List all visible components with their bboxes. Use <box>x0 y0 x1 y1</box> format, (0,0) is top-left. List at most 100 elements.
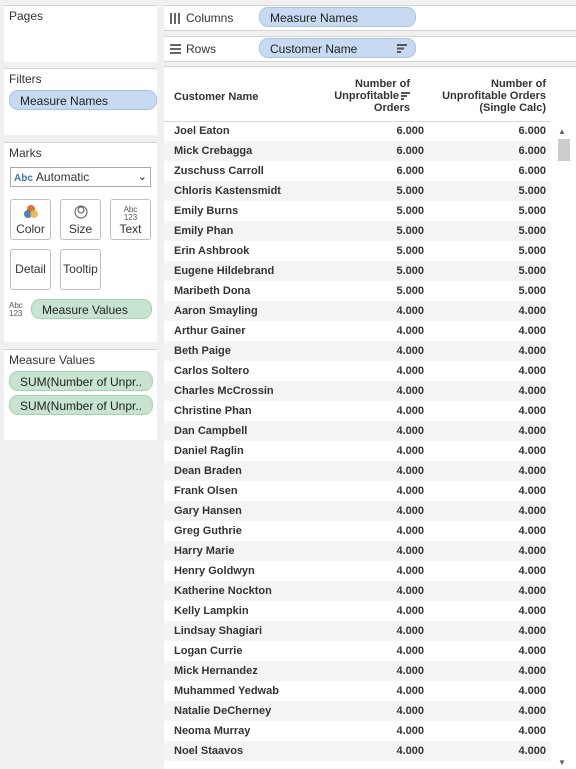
unprofitable-orders-single-calc-cell[interactable]: 4.000 <box>518 581 546 601</box>
table-row[interactable]: Eugene Hildebrand 5.000 5.000 <box>164 261 550 281</box>
unprofitable-orders-cell[interactable]: 4.000 <box>396 641 424 661</box>
table-row[interactable]: Maribeth Dona 5.000 5.000 <box>164 281 550 301</box>
tooltip-button[interactable]: Tooltip <box>60 249 101 290</box>
measure-value-pill-2[interactable]: SUM(Number of Unpr.. <box>9 395 153 415</box>
header-unprofitable-orders-single-calc[interactable]: Number of Unprofitable Orders (Single Ca… <box>442 78 546 114</box>
unprofitable-orders-cell[interactable]: 5.000 <box>396 181 424 201</box>
unprofitable-orders-cell[interactable]: 4.000 <box>396 421 424 441</box>
table-row[interactable]: Emily Phan 5.000 5.000 <box>164 221 550 241</box>
customer-name-cell[interactable]: Dean Braden <box>174 461 242 481</box>
customer-name-cell[interactable]: Mick Crebagga <box>174 141 252 161</box>
unprofitable-orders-single-calc-cell[interactable]: 4.000 <box>518 461 546 481</box>
filter-pill-measure-names[interactable]: Measure Names <box>9 90 157 110</box>
customer-name-cell[interactable]: Erin Ashbrook <box>174 241 249 261</box>
unprofitable-orders-cell[interactable]: 4.000 <box>396 401 424 421</box>
table-row[interactable]: Dan Campbell 4.000 4.000 <box>164 421 550 441</box>
table-row[interactable]: Joel Eaton 6.000 6.000 <box>164 121 550 141</box>
unprofitable-orders-single-calc-cell[interactable]: 4.000 <box>518 641 546 661</box>
customer-name-cell[interactable]: Kelly Lampkin <box>174 601 249 621</box>
mark-type-dropdown[interactable]: Abc Automatic ⌄ <box>10 167 151 187</box>
unprofitable-orders-cell[interactable]: 4.000 <box>396 721 424 741</box>
customer-name-cell[interactable]: Carlos Soltero <box>174 361 249 381</box>
unprofitable-orders-single-calc-cell[interactable]: 6.000 <box>518 161 546 181</box>
unprofitable-orders-cell[interactable]: 4.000 <box>396 381 424 401</box>
table-row[interactable]: Arthur Gainer 4.000 4.000 <box>164 321 550 341</box>
unprofitable-orders-cell[interactable]: 4.000 <box>396 441 424 461</box>
unprofitable-orders-cell[interactable]: 4.000 <box>396 341 424 361</box>
unprofitable-orders-cell[interactable]: 4.000 <box>396 321 424 341</box>
table-row[interactable]: Lindsay Shagiari 4.000 4.000 <box>164 621 550 641</box>
filters-card[interactable]: Filters Measure Names <box>4 68 157 135</box>
unprofitable-orders-cell[interactable]: 4.000 <box>396 521 424 541</box>
customer-name-cell[interactable]: Muhammed Yedwab <box>174 681 279 701</box>
unprofitable-orders-cell[interactable]: 4.000 <box>396 461 424 481</box>
unprofitable-orders-single-calc-cell[interactable]: 4.000 <box>518 481 546 501</box>
customer-name-cell[interactable]: Chloris Kastensmidt <box>174 181 281 201</box>
customer-name-cell[interactable]: Aaron Smayling <box>174 301 258 321</box>
table-row[interactable]: Charles McCrossin 4.000 4.000 <box>164 381 550 401</box>
header-customer-name[interactable]: Customer Name <box>174 91 258 103</box>
unprofitable-orders-cell[interactable]: 4.000 <box>396 621 424 641</box>
unprofitable-orders-single-calc-cell[interactable]: 5.000 <box>518 281 546 301</box>
unprofitable-orders-single-calc-cell[interactable]: 4.000 <box>518 421 546 441</box>
unprofitable-orders-single-calc-cell[interactable]: 4.000 <box>518 661 546 681</box>
table-row[interactable]: Henry Goldwyn 4.000 4.000 <box>164 561 550 581</box>
unprofitable-orders-cell[interactable]: 6.000 <box>396 161 424 181</box>
measure-values-card[interactable]: Measure Values SUM(Number of Unpr.. SUM(… <box>4 349 157 440</box>
measure-value-pill-1[interactable]: SUM(Number of Unpr.. <box>9 371 153 391</box>
unprofitable-orders-single-calc-cell[interactable]: 5.000 <box>518 241 546 261</box>
table-row[interactable]: Daniel Raglin 4.000 4.000 <box>164 441 550 461</box>
customer-name-cell[interactable]: Henry Goldwyn <box>174 561 255 581</box>
unprofitable-orders-cell[interactable]: 4.000 <box>396 701 424 721</box>
customer-name-cell[interactable]: Charles McCrossin <box>174 381 274 401</box>
unprofitable-orders-cell[interactable]: 4.000 <box>396 581 424 601</box>
scroll-up-icon[interactable]: ▲ <box>558 127 566 136</box>
unprofitable-orders-single-calc-cell[interactable]: 4.000 <box>518 361 546 381</box>
unprofitable-orders-cell[interactable]: 5.000 <box>396 221 424 241</box>
customer-name-cell[interactable]: Beth Paige <box>174 341 231 361</box>
table-row[interactable]: Gary Hansen 4.000 4.000 <box>164 501 550 521</box>
unprofitable-orders-cell[interactable]: 4.000 <box>396 301 424 321</box>
unprofitable-orders-cell[interactable]: 4.000 <box>396 741 424 761</box>
unprofitable-orders-single-calc-cell[interactable]: 4.000 <box>518 341 546 361</box>
unprofitable-orders-cell[interactable]: 4.000 <box>396 541 424 561</box>
unprofitable-orders-single-calc-cell[interactable]: 6.000 <box>518 121 546 141</box>
table-row[interactable]: Christine Phan 4.000 4.000 <box>164 401 550 421</box>
customer-name-cell[interactable]: Noel Staavos <box>174 741 243 761</box>
customer-name-cell[interactable]: Arthur Gainer <box>174 321 246 341</box>
customer-name-cell[interactable]: Frank Olsen <box>174 481 238 501</box>
unprofitable-orders-single-calc-cell[interactable]: 4.000 <box>518 701 546 721</box>
unprofitable-orders-cell[interactable]: 4.000 <box>396 361 424 381</box>
unprofitable-orders-single-calc-cell[interactable]: 4.000 <box>518 621 546 641</box>
customer-name-cell[interactable]: Mick Hernandez <box>174 661 258 681</box>
customer-name-cell[interactable]: Logan Currie <box>174 641 242 661</box>
unprofitable-orders-single-calc-cell[interactable]: 4.000 <box>518 441 546 461</box>
crosstab-view[interactable]: Customer Name Number of Unprofitable Ord… <box>164 66 576 769</box>
unprofitable-orders-single-calc-cell[interactable]: 6.000 <box>518 141 546 161</box>
table-row[interactable]: Katherine Nockton 4.000 4.000 <box>164 581 550 601</box>
unprofitable-orders-single-calc-cell[interactable]: 4.000 <box>518 521 546 541</box>
table-row[interactable]: Frank Olsen 4.000 4.000 <box>164 481 550 501</box>
unprofitable-orders-single-calc-cell[interactable]: 5.000 <box>518 201 546 221</box>
unprofitable-orders-single-calc-cell[interactable]: 5.000 <box>518 221 546 241</box>
table-row[interactable]: Muhammed Yedwab 4.000 4.000 <box>164 681 550 701</box>
unprofitable-orders-cell[interactable]: 5.000 <box>396 201 424 221</box>
customer-name-cell[interactable]: Katherine Nockton <box>174 581 272 601</box>
unprofitable-orders-single-calc-cell[interactable]: 4.000 <box>518 741 546 761</box>
unprofitable-orders-cell[interactable]: 4.000 <box>396 561 424 581</box>
rows-shelf[interactable]: Rows Customer Name <box>164 36 576 62</box>
unprofitable-orders-single-calc-cell[interactable]: 4.000 <box>518 681 546 701</box>
unprofitable-orders-single-calc-cell[interactable]: 5.000 <box>518 261 546 281</box>
customer-name-cell[interactable]: Dan Campbell <box>174 421 247 441</box>
measure-values-pill[interactable]: Measure Values <box>31 299 152 319</box>
unprofitable-orders-cell[interactable]: 5.000 <box>396 261 424 281</box>
unprofitable-orders-single-calc-cell[interactable]: 4.000 <box>518 401 546 421</box>
table-row[interactable]: Beth Paige 4.000 4.000 <box>164 341 550 361</box>
table-row[interactable]: Zuschuss Carroll 6.000 6.000 <box>164 161 550 181</box>
customer-name-cell[interactable]: Christine Phan <box>174 401 252 421</box>
pages-card[interactable]: Pages <box>4 5 157 62</box>
table-row[interactable]: Greg Guthrie 4.000 4.000 <box>164 521 550 541</box>
customer-name-cell[interactable]: Eugene Hildebrand <box>174 261 274 281</box>
unprofitable-orders-cell[interactable]: 6.000 <box>396 141 424 161</box>
table-row[interactable]: Aaron Smayling 4.000 4.000 <box>164 301 550 321</box>
